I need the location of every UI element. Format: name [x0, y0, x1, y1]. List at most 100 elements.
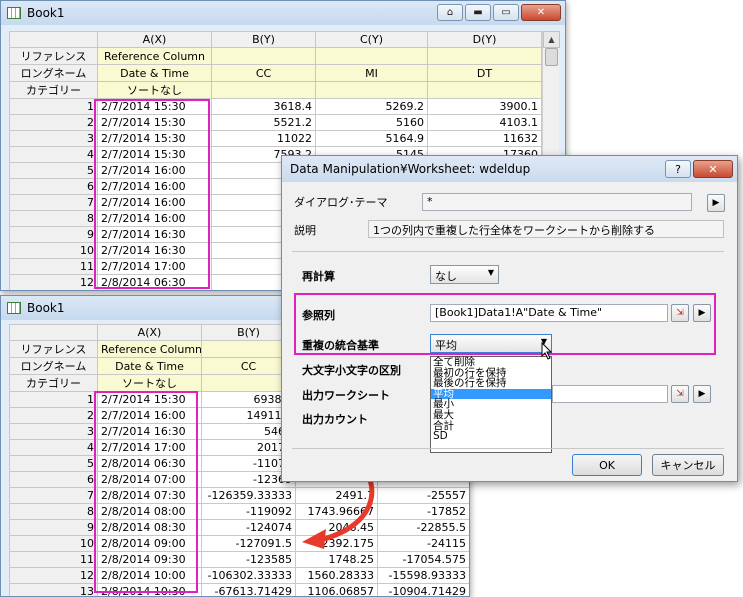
cell-datetime[interactable]: 2/7/2014 15:30 — [97, 114, 212, 131]
minimize-button[interactable]: ▬ — [465, 4, 491, 21]
ref-column-field[interactable]: [Book1]Data1!A"Date & Time" — [430, 304, 668, 322]
cell-datetime[interactable]: 2/8/2014 08:30 — [97, 519, 202, 536]
meta-row-label[interactable]: カテゴリー — [9, 81, 98, 99]
meta-cell[interactable]: CC — [211, 64, 316, 82]
cell-value[interactable]: 11022 — [211, 130, 316, 147]
meta-cell[interactable] — [211, 47, 316, 65]
meta-row-label[interactable]: リファレンス — [9, 47, 98, 65]
row-number[interactable]: 10 — [9, 242, 98, 259]
cell-datetime[interactable]: 2/7/2014 16:00 — [97, 407, 202, 424]
cell-datetime[interactable]: 2/7/2014 15:30 — [97, 146, 212, 163]
meta-cell[interactable]: Reference Column — [97, 47, 212, 65]
corner-cell[interactable] — [9, 31, 98, 48]
help-button[interactable]: ? — [665, 160, 691, 178]
row-number[interactable]: 3 — [9, 130, 98, 147]
cell-datetime[interactable]: 2/7/2014 16:00 — [97, 178, 212, 195]
cell-datetime[interactable]: 2/8/2014 08:00 — [97, 503, 202, 520]
cell-value[interactable]: -17852 — [377, 503, 469, 520]
meta-cell[interactable]: Reference Column — [97, 340, 202, 358]
cell-value[interactable]: -10904.71429 — [377, 583, 469, 596]
maximize-button[interactable]: ▭ — [493, 4, 519, 21]
cell-value[interactable]: -25557 — [377, 487, 469, 504]
merge-option[interactable]: 最大 — [431, 410, 551, 421]
scroll-up-button[interactable]: ▲ — [543, 31, 560, 48]
row-number[interactable]: 2 — [9, 407, 98, 424]
meta-cell[interactable] — [315, 81, 428, 99]
cell-datetime[interactable]: 2/8/2014 09:00 — [97, 535, 202, 552]
row-number[interactable]: 8 — [9, 210, 98, 227]
meta-cell[interactable] — [427, 81, 542, 99]
column-header[interactable]: A(X) — [97, 324, 202, 341]
cell-value[interactable]: -22855.5 — [377, 519, 469, 536]
corner-cell[interactable] — [9, 324, 98, 341]
cell-datetime[interactable]: 2/7/2014 16:30 — [97, 242, 212, 259]
cell-datetime[interactable]: 2/7/2014 16:00 — [97, 162, 212, 179]
cell-value[interactable]: 3618.4 — [211, 98, 316, 115]
row-number[interactable]: 4 — [9, 439, 98, 456]
cell-value[interactable]: -124074 — [201, 519, 296, 536]
cell-value[interactable]: 1560.28333 — [295, 567, 378, 584]
recalc-dropdown[interactable]: なし ▼ — [430, 265, 499, 284]
cell-value[interactable]: -119092 — [201, 503, 296, 520]
cell-value[interactable]: -126359.33333 — [201, 487, 296, 504]
meta-cell[interactable]: MI — [315, 64, 428, 82]
row-number[interactable]: 1 — [9, 98, 98, 115]
cell-datetime[interactable]: 2/7/2014 16:30 — [97, 423, 202, 440]
home-button[interactable]: ⌂ — [437, 4, 463, 21]
row-number[interactable]: 2 — [9, 114, 98, 131]
cell-value[interactable]: -17054.575 — [377, 551, 469, 568]
cell-datetime[interactable]: 2/8/2014 06:30 — [97, 455, 202, 472]
merge-option[interactable]: 合計 — [431, 421, 551, 432]
cell-value[interactable]: 5269.2 — [315, 98, 428, 115]
output-menu-button[interactable]: ▶ — [693, 385, 711, 403]
row-number[interactable]: 7 — [9, 487, 98, 504]
cell-value[interactable]: 5164.9 — [315, 130, 428, 147]
cell-datetime[interactable]: 2/8/2014 06:30 — [97, 274, 212, 290]
row-number[interactable]: 11 — [9, 258, 98, 275]
cell-datetime[interactable]: 2/7/2014 16:00 — [97, 210, 212, 227]
cell-datetime[interactable]: 2/7/2014 17:00 — [97, 258, 212, 275]
dialog-theme-field[interactable]: * — [422, 193, 692, 211]
close-button[interactable]: ✕ — [521, 4, 561, 21]
cell-datetime[interactable]: 2/7/2014 17:00 — [97, 439, 202, 456]
cell-datetime[interactable]: 2/8/2014 07:00 — [97, 471, 202, 488]
meta-cell[interactable]: Date & Time — [97, 357, 202, 375]
row-number[interactable]: 4 — [9, 146, 98, 163]
ok-button[interactable]: OK — [572, 454, 642, 476]
meta-row-label[interactable]: ロングネーム — [9, 357, 98, 375]
row-number[interactable]: 9 — [9, 519, 98, 536]
row-number[interactable]: 10 — [9, 535, 98, 552]
ref-menu-button[interactable]: ▶ — [693, 304, 711, 322]
row-number[interactable]: 8 — [9, 503, 98, 520]
column-header[interactable]: A(X) — [97, 31, 212, 48]
row-number[interactable]: 9 — [9, 226, 98, 243]
cell-datetime[interactable]: 2/8/2014 09:30 — [97, 551, 202, 568]
row-number[interactable]: 5 — [9, 162, 98, 179]
meta-cell[interactable] — [315, 47, 428, 65]
meta-cell[interactable] — [211, 81, 316, 99]
merge-options-list[interactable]: 全て削除 最初の行を保持 最後の行を保持 平均 最小 最大 合計 SD — [430, 356, 552, 453]
row-number[interactable]: 12 — [9, 567, 98, 584]
column-header[interactable]: D(Y) — [427, 31, 542, 48]
cell-value[interactable]: 3900.1 — [427, 98, 542, 115]
meta-cell[interactable]: ソートなし — [97, 374, 202, 392]
row-number[interactable]: 3 — [9, 423, 98, 440]
meta-cell[interactable]: Date & Time — [97, 64, 212, 82]
cell-datetime[interactable]: 2/8/2014 10:00 — [97, 567, 202, 584]
row-number[interactable]: 7 — [9, 194, 98, 211]
cell-value[interactable]: -67613.71429 — [201, 583, 296, 596]
cell-value[interactable]: 11632 — [427, 130, 542, 147]
column-header[interactable]: B(Y) — [211, 31, 316, 48]
meta-cell[interactable] — [427, 47, 542, 65]
meta-cell[interactable]: ソートなし — [97, 81, 212, 99]
cell-datetime[interactable]: 2/8/2014 10:30 — [97, 583, 202, 596]
output-select-button[interactable]: ⇲ — [671, 385, 689, 403]
meta-cell[interactable]: DT — [427, 64, 542, 82]
cell-datetime[interactable]: 2/7/2014 16:30 — [97, 226, 212, 243]
cell-value[interactable]: -127091.5 — [201, 535, 296, 552]
cell-value[interactable]: 1748.25 — [295, 551, 378, 568]
cell-datetime[interactable]: 2/7/2014 15:30 — [97, 391, 202, 408]
merge-option[interactable]: 全て削除 — [431, 357, 551, 368]
cell-value[interactable]: -123585 — [201, 551, 296, 568]
cell-value[interactable]: 5160 — [315, 114, 428, 131]
